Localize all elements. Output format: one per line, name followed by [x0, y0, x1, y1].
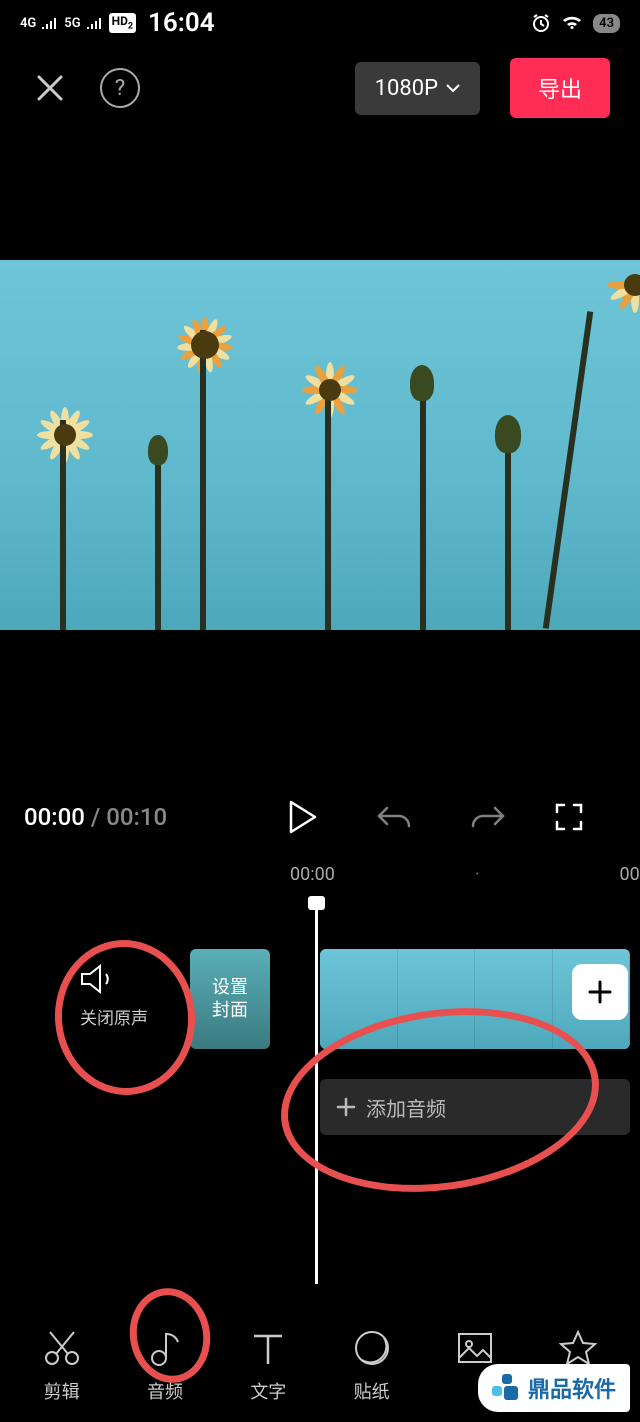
add-audio-button[interactable]: 添加音频: [320, 1079, 630, 1135]
close-button[interactable]: [30, 68, 70, 108]
chevron-down-icon: [446, 83, 460, 93]
resolution-button[interactable]: 1080P: [355, 62, 480, 115]
tool-edit[interactable]: 剪辑: [22, 1328, 102, 1404]
network-4g: 4G: [20, 16, 36, 31]
watermark-text: 鼎品软件: [528, 1372, 616, 1404]
tool-sticker[interactable]: 贴纸: [332, 1328, 412, 1404]
video-preview[interactable]: [0, 260, 640, 630]
mute-original-button[interactable]: 关闭原声: [80, 964, 148, 1029]
tool-text[interactable]: 文字: [228, 1328, 308, 1404]
transport-bar: 00:00 / 00:10: [0, 800, 640, 834]
mute-label: 关闭原声: [80, 1004, 148, 1029]
top-bar: ? 1080P 导出: [0, 46, 640, 130]
star-icon: [558, 1328, 598, 1368]
undo-button[interactable]: [377, 804, 411, 830]
wifi-icon: [561, 14, 583, 32]
time-ruler: 00:00·00:02·: [0, 864, 640, 885]
add-audio-label: 添加音频: [366, 1093, 446, 1122]
time-display: 00:00 / 00:10: [24, 803, 167, 831]
scissors-icon: [42, 1328, 82, 1368]
music-note-icon: [145, 1328, 185, 1368]
picture-icon: [455, 1328, 495, 1368]
battery-level: 43: [593, 14, 620, 33]
set-cover-button[interactable]: 设置封面: [190, 949, 270, 1049]
timeline[interactable]: 00:00·00:02· 关闭原声 设置封面 添加音频: [0, 864, 640, 1304]
playhead[interactable]: [315, 904, 318, 1284]
text-icon: [248, 1328, 288, 1368]
help-button[interactable]: ?: [100, 68, 140, 108]
tool-audio[interactable]: 音频: [125, 1328, 205, 1404]
add-clip-button[interactable]: [572, 964, 628, 1020]
signal-bars-icon: [87, 17, 103, 29]
network-5g: 5G: [64, 16, 80, 31]
watermark-icon: [492, 1374, 520, 1402]
export-button[interactable]: 导出: [510, 58, 610, 118]
fullscreen-button[interactable]: [555, 803, 583, 831]
hd-badge: HD2: [109, 13, 136, 32]
sticker-icon: [352, 1328, 392, 1368]
plus-icon: [586, 978, 614, 1006]
status-bar: 4G 5G HD2 16:04 43: [0, 0, 640, 46]
clock-time: 16:04: [148, 8, 215, 38]
speaker-icon: [80, 964, 116, 994]
plus-icon: [336, 1097, 356, 1117]
watermark: 鼎品软件: [478, 1364, 630, 1412]
alarm-icon: [531, 13, 551, 33]
signal-bars-icon: [42, 17, 58, 29]
play-button[interactable]: [287, 800, 317, 834]
redo-button[interactable]: [471, 804, 505, 830]
